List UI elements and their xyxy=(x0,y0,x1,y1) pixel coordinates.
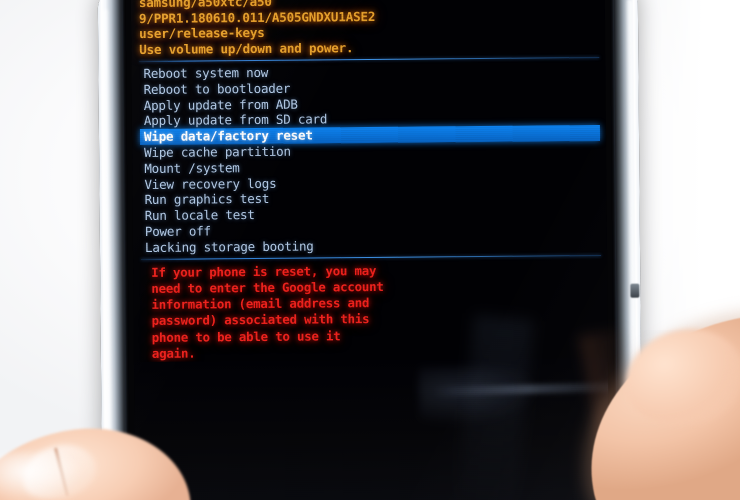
photo-scene: Android Recovery samsung/a50xtc/a50 9/PP… xyxy=(0,0,740,500)
screen-reflection-blob xyxy=(419,366,540,426)
factory-reset-warning: If your phone is reset, you may need to … xyxy=(139,258,604,363)
left-rail-specular-highlight xyxy=(101,9,114,496)
recovery-header: Android Recovery samsung/a50xtc/a50 9/PP… xyxy=(137,0,602,59)
header-line-hint: Use volume up/down and power. xyxy=(139,39,354,57)
recovery-menu: Reboot system now Reboot to bootloader A… xyxy=(137,60,603,257)
recovery-screen: Android Recovery samsung/a50xtc/a50 9/PP… xyxy=(130,0,610,500)
phone-screen-bezel: Android Recovery samsung/a50xtc/a50 9/PP… xyxy=(121,0,619,500)
smartphone-device: Android Recovery samsung/a50xtc/a50 9/PP… xyxy=(97,0,643,500)
power-button[interactable] xyxy=(630,283,640,298)
recovery-screen-content: Android Recovery samsung/a50xtc/a50 9/PP… xyxy=(131,0,608,362)
menu-item-lacking-storage-booting[interactable]: Lacking storage booting xyxy=(141,236,603,256)
left-thumb-highlight xyxy=(0,452,80,500)
